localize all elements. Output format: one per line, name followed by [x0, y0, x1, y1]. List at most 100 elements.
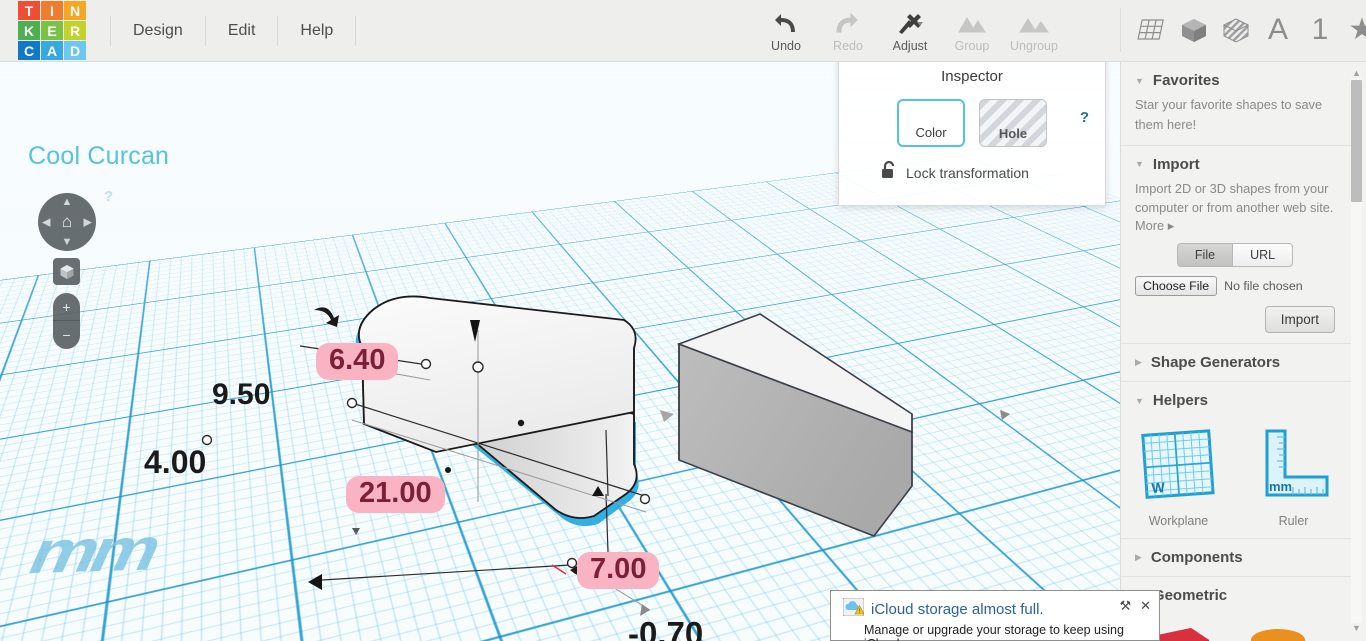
logo-tile-2: N [64, 1, 86, 20]
zoom-controls[interactable]: + − [53, 293, 80, 349]
logo-tile-6: C [18, 41, 40, 60]
logo-tile-8: D [64, 41, 86, 60]
svg-text:mm: mm [1269, 479, 1292, 494]
close-icon[interactable]: ✕ [1140, 598, 1151, 614]
undo-button[interactable]: Undo [755, 5, 817, 53]
sidebar-scrollbar[interactable]: ▲ ▼ [1351, 68, 1362, 633]
choose-file-button[interactable]: Choose File [1135, 276, 1218, 297]
helper-workplane[interactable]: W Workplane [1129, 425, 1229, 528]
undo-icon [774, 11, 798, 37]
dimension-minus-0-70[interactable]: -0.70 [628, 615, 703, 641]
chevron-down-icon: ▼ [1135, 395, 1144, 406]
workplane-icon: W [1140, 429, 1215, 500]
ungroup-icon [1019, 11, 1049, 37]
logo-tile-0: T [18, 1, 40, 20]
main-menu-bar: Design Edit Help [110, 0, 357, 61]
shape-generators-header[interactable]: ▶ Shape Generators [1121, 344, 1351, 377]
star-glyph: ★ [1348, 13, 1366, 46]
dimension-21-00[interactable]: 21.00 [346, 476, 445, 513]
helpers-title: Helpers [1152, 392, 1208, 410]
adjust-button[interactable]: Adjust [879, 5, 941, 53]
sidebar-section-shape-generators: ▶ Shape Generators [1121, 344, 1351, 383]
components-header[interactable]: ▶ Components [1121, 539, 1351, 572]
import-source-tabs: File URL [1135, 243, 1335, 268]
zoom-in-button[interactable]: + [53, 293, 80, 321]
hole-cube-icon[interactable] [1217, 10, 1255, 50]
logo-tile-3: K [18, 21, 40, 40]
nav-right-arrow[interactable]: ▶ [84, 216, 92, 229]
import-header[interactable]: ▼ Import [1121, 146, 1351, 179]
menu-design[interactable]: Design [110, 15, 206, 46]
chevron-right-icon: ▶ [1135, 552, 1142, 563]
lock-transformation-row[interactable]: Lock transformation [881, 160, 1105, 185]
workplane-grid-icon[interactable] [1133, 10, 1171, 50]
scroll-down-arrow[interactable]: ▼ [1352, 623, 1361, 633]
import-tab-url[interactable]: URL [1233, 243, 1294, 268]
no-file-chosen-label: No file chosen [1224, 279, 1303, 294]
home-icon[interactable]: ⌂ [62, 212, 72, 232]
logo-tile-7: A [41, 41, 63, 60]
shapes-sidebar: ▼ Favorites Star your favorite shapes to… [1120, 62, 1366, 641]
dimension-6-40[interactable]: 6.40 [316, 343, 399, 380]
notification-message: Manage or upgrade your storage to keep u… [864, 623, 1124, 641]
inspector-help-icon[interactable]: ? [1080, 109, 1089, 126]
tinkercad-logo[interactable]: T I N K E R C A D [18, 1, 86, 60]
shape-tool-group: A 1 ★ [1120, 8, 1366, 52]
favorites-body-text: Star your favorite shapes to save them h… [1135, 97, 1323, 132]
text-tool-icon[interactable]: A [1259, 10, 1297, 50]
edit-toolbar: Undo Redo Adjust Group Ungroup [755, 5, 1065, 53]
fit-view-cube-button[interactable] [53, 258, 80, 285]
scrollbar-thumb[interactable] [1351, 80, 1362, 202]
inspector-panel: Inspector ? Color Hole Lock transformati… [838, 56, 1106, 206]
solid-cube-icon[interactable] [1175, 10, 1213, 50]
favorites-header[interactable]: ▼ Favorites [1121, 62, 1351, 95]
menu-edit[interactable]: Edit [206, 15, 279, 46]
group-icon [957, 11, 987, 37]
dimension-7-00[interactable]: 7.00 [577, 552, 660, 589]
shape-generators-title: Shape Generators [1150, 354, 1281, 372]
sidebar-section-helpers: ▼ Helpers W Workplane mm Ruler [1121, 382, 1351, 540]
nav-up-arrow[interactable]: ▲ [62, 196, 73, 208]
color-swatch-button[interactable]: Color [897, 99, 965, 147]
notification-title[interactable]: iCloud storage almost full. [871, 601, 1044, 618]
sidebar-section-components: ▶ Components [1121, 539, 1351, 578]
favorites-title: Favorites [1152, 72, 1220, 89]
shape-orange-cylinder[interactable] [1243, 622, 1313, 641]
helpers-header[interactable]: ▼ Helpers [1121, 382, 1351, 415]
nav-left-arrow[interactable]: ◀ [42, 216, 50, 229]
undo-label: Undo [771, 39, 801, 53]
hole-swatch-button[interactable]: Hole [979, 99, 1047, 147]
dimension-4-00[interactable]: 4.00 [144, 444, 206, 481]
inspector-title: Inspector [941, 68, 1003, 85]
chevron-down-icon: ▼ [1135, 75, 1144, 86]
group-button[interactable]: Group [941, 5, 1003, 53]
icloud-notification: ! iCloud storage almost full. Manage or … [830, 590, 1160, 641]
inspector-swatch-row: Color Hole [839, 99, 1105, 147]
scroll-up-arrow[interactable]: ▲ [1352, 68, 1361, 78]
dimension-9-50[interactable]: 9.50 [212, 378, 270, 412]
redo-label: Redo [833, 39, 863, 53]
import-more-link[interactable]: More ▸ [1135, 218, 1335, 234]
nav-down-arrow[interactable]: ▼ [62, 236, 73, 248]
number-tool-icon[interactable]: 1 [1301, 10, 1339, 50]
helper-ruler[interactable]: mm Ruler [1244, 425, 1344, 528]
redo-button[interactable]: Redo [817, 5, 879, 53]
import-button[interactable]: Import [1264, 306, 1335, 334]
zoom-out-button[interactable]: − [53, 321, 80, 349]
settings-wrench-icon[interactable]: ⚒ [1119, 598, 1131, 614]
text-tool-glyph: A [1267, 13, 1288, 46]
menu-help[interactable]: Help [278, 15, 357, 46]
redo-icon [836, 11, 860, 37]
helpers-grid: W Workplane mm Ruler [1121, 425, 1351, 528]
geometric-title: Geometric [1152, 587, 1228, 605]
view-navigation-pad[interactable]: ▲ ▼ ◀ ▶ ⌂ [38, 193, 96, 251]
chevron-down-icon: ▼ [1135, 159, 1144, 170]
canvas-help-marker[interactable]: ? [104, 188, 113, 205]
ungroup-button[interactable]: Ungroup [1003, 5, 1065, 53]
sidebar-section-import: ▼ Import Import 2D or 3D shapes from you… [1121, 146, 1351, 345]
open-padlock-icon [881, 160, 897, 185]
adjust-icon [896, 11, 924, 37]
adjust-label: Adjust [892, 39, 928, 53]
import-tab-file[interactable]: File [1176, 243, 1234, 268]
favorites-star-icon[interactable]: ★ [1343, 10, 1366, 50]
